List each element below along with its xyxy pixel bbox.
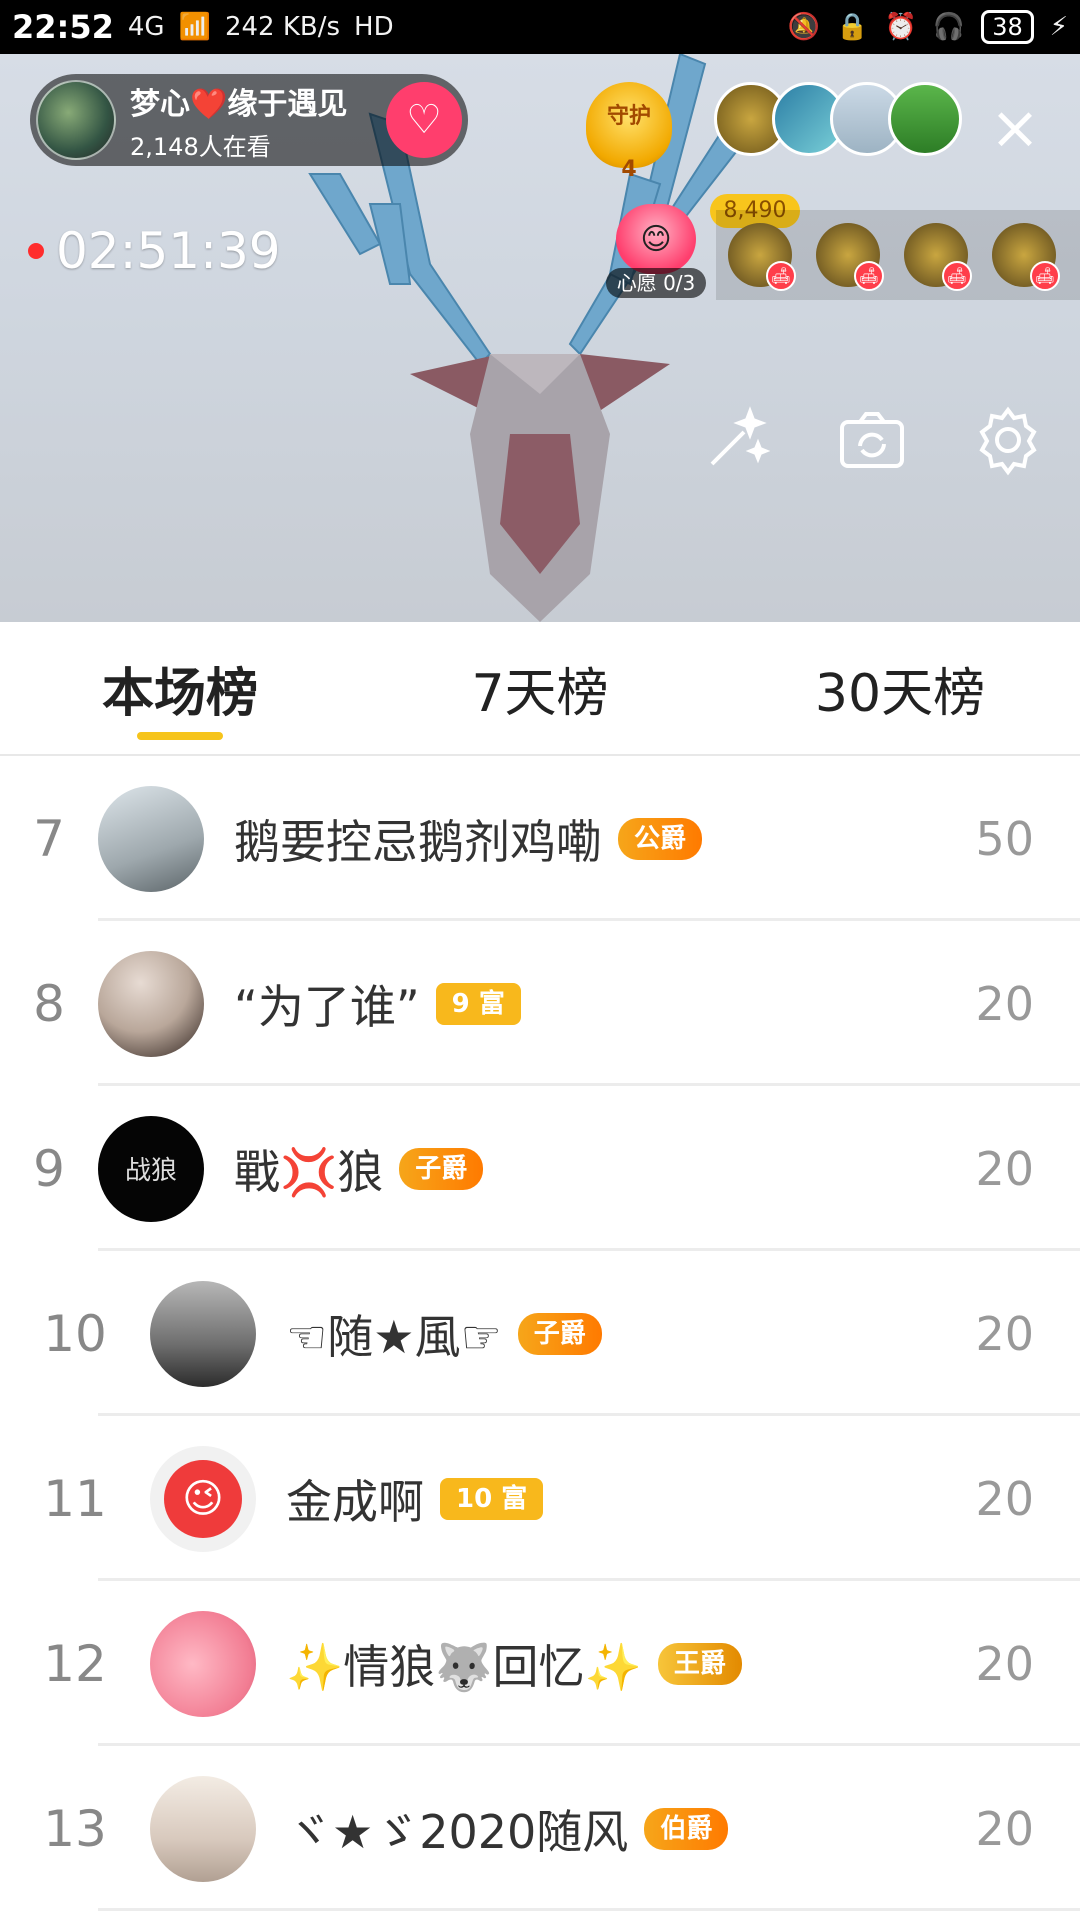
- viewer-count: 2,148人在看: [130, 132, 271, 161]
- contribution-score: 20: [975, 1636, 1034, 1691]
- rank-row[interactable]: 12 ✨情狼🐺回忆✨ 王爵 20: [0, 1581, 1080, 1746]
- guard-badge[interactable]: 守护 4: [586, 82, 672, 182]
- heart-plus-icon: ♡: [406, 97, 442, 143]
- silent-icon: 🔕: [787, 12, 821, 42]
- seat-row: 🛋 🛋 🛋 🛋: [716, 210, 1080, 300]
- follow-button[interactable]: ♡: [386, 82, 462, 158]
- user-nickname: ヾ★ゞ2020随风: [286, 1804, 629, 1859]
- rank-number: 9: [33, 1139, 65, 1198]
- user-nickname: 金成啊: [286, 1474, 424, 1529]
- wink-face-icon: 😉: [164, 1459, 242, 1538]
- network-speed: 242 KB/s: [224, 12, 341, 42]
- wifi-icon: 📶: [178, 12, 211, 42]
- user-nickname: ✨情狼🐺回忆✨: [286, 1639, 642, 1694]
- sofa-icon: 🛋: [766, 261, 796, 291]
- seat-avatar[interactable]: 🛋: [816, 223, 884, 291]
- top-fans[interactable]: [714, 82, 962, 156]
- recording-dot-icon: [28, 243, 44, 259]
- guard-shield-icon: 守护: [586, 82, 672, 168]
- rank-row[interactable]: 8 “为了谁” 9 富 20: [0, 921, 1080, 1086]
- user-avatar[interactable]: [98, 785, 204, 892]
- rank-number: 13: [43, 1799, 107, 1858]
- host-avatar[interactable]: [36, 80, 116, 160]
- contribution-score: 20: [975, 1801, 1034, 1856]
- battery-indicator: 38: [981, 10, 1034, 44]
- user-nickname: “为了谁”: [234, 979, 420, 1034]
- live-duration: 02:51:39: [56, 222, 281, 280]
- seat-avatar[interactable]: 🛋: [992, 223, 1060, 291]
- live-video[interactable]: 梦心❤️缘于遇见 2,148人在看 ♡ 守护 4 8,490 × 02:51:3…: [0, 54, 1080, 622]
- wish-label: 心愿 0/3: [606, 268, 706, 298]
- tab-this-session[interactable]: 本场榜: [0, 622, 360, 754]
- tab-label: 30天榜: [814, 663, 986, 724]
- magic-wand-icon: [710, 406, 771, 466]
- contribution-score: 20: [975, 976, 1034, 1031]
- tab-30-days[interactable]: 30天榜: [720, 622, 1080, 754]
- status-time: 22:52: [12, 8, 114, 46]
- fan-avatar[interactable]: [888, 82, 962, 156]
- flip-camera-button[interactable]: [836, 404, 908, 476]
- user-nickname: 鹅要控忌鹅剂鸡嘞: [234, 814, 602, 869]
- wish-heart-icon: 😊: [616, 204, 696, 274]
- user-avatar[interactable]: [150, 1775, 256, 1882]
- seat-avatar[interactable]: 🛋: [904, 223, 972, 291]
- sofa-icon: 🛋: [1030, 261, 1060, 291]
- status-bar: 22:52 4G 📶 242 KB/s HD 🔕 🔒 ⏰ 🎧 38 ⚡: [0, 0, 1080, 54]
- noble-badge: 子爵: [517, 1312, 602, 1355]
- rank-list: 7 鹅要控忌鹅剂鸡嘞 公爵 50 8 “为了谁” 9 富 20 9 战狼 戰💢狼…: [0, 756, 1080, 1911]
- contribution-score: 20: [975, 1306, 1034, 1361]
- user-avatar[interactable]: 😉: [150, 1445, 256, 1552]
- host-info-pill[interactable]: 梦心❤️缘于遇见 2,148人在看 ♡: [30, 74, 468, 166]
- rank-number: 7: [33, 809, 65, 868]
- wish-button[interactable]: 😊 心愿 0/3: [606, 204, 706, 300]
- wealth-level-badge: 10 富: [440, 1477, 544, 1520]
- camera-switch-icon: [840, 412, 904, 468]
- rank-row[interactable]: 11 😉 金成啊 10 富 20: [0, 1416, 1080, 1581]
- tab-7-days[interactable]: 7天榜: [360, 622, 720, 754]
- user-nickname: 戰💢狼: [234, 1144, 384, 1199]
- rank-number: 8: [33, 974, 65, 1033]
- close-icon: ×: [989, 93, 1041, 163]
- tab-label: 本场榜: [101, 663, 258, 724]
- noble-badge: 子爵: [399, 1147, 484, 1190]
- sofa-icon: 🛋: [854, 261, 884, 291]
- rank-row[interactable]: 9 战狼 戰💢狼 子爵 20: [0, 1086, 1080, 1251]
- user-nickname: ☜随★風☞: [286, 1309, 502, 1364]
- network-icon: 4G: [127, 12, 165, 42]
- user-avatar[interactable]: [98, 950, 204, 1057]
- active-tab-indicator: [137, 732, 223, 740]
- rank-number: 12: [43, 1634, 107, 1693]
- live-timer: 02:51:39: [28, 222, 281, 280]
- magic-wand-button[interactable]: [700, 404, 772, 476]
- lock-icon: 🔒: [836, 12, 869, 42]
- rank-row[interactable]: 10 ☜随★風☞ 子爵 20: [0, 1251, 1080, 1416]
- sofa-icon: 🛋: [942, 261, 972, 291]
- host-name: 梦心❤️缘于遇见: [130, 86, 348, 122]
- noble-badge: 公爵: [618, 817, 703, 860]
- charging-icon: ⚡: [1049, 12, 1068, 42]
- headphones-icon: 🎧: [932, 12, 966, 42]
- noble-badge: 伯爵: [644, 1807, 729, 1850]
- alarm-icon: ⏰: [884, 12, 917, 42]
- rank-number: 10: [43, 1304, 107, 1363]
- settings-button[interactable]: [972, 404, 1044, 476]
- tab-label: 7天榜: [471, 663, 609, 724]
- user-avatar[interactable]: 战狼: [98, 1115, 204, 1222]
- gear-icon: [979, 406, 1037, 476]
- contribution-score: 50: [975, 811, 1034, 866]
- rank-number: 11: [43, 1469, 107, 1528]
- close-button[interactable]: ×: [985, 98, 1045, 160]
- guard-count: 4: [621, 157, 637, 182]
- wealth-level-badge: 9 富: [435, 982, 521, 1025]
- contribution-score: 20: [975, 1141, 1034, 1196]
- user-avatar[interactable]: [150, 1610, 256, 1717]
- rank-tabs: 本场榜 7天榜 30天榜: [0, 622, 1080, 756]
- rank-row[interactable]: 13 ヾ★ゞ2020随风 伯爵 20: [0, 1746, 1080, 1911]
- rank-row[interactable]: 7 鹅要控忌鹅剂鸡嘞 公爵 50: [0, 756, 1080, 921]
- seat-avatar[interactable]: 🛋: [728, 223, 796, 291]
- user-avatar[interactable]: [150, 1280, 256, 1387]
- noble-badge: 王爵: [657, 1642, 742, 1685]
- hd-icon: HD: [354, 12, 394, 42]
- contribution-score: 20: [975, 1471, 1034, 1526]
